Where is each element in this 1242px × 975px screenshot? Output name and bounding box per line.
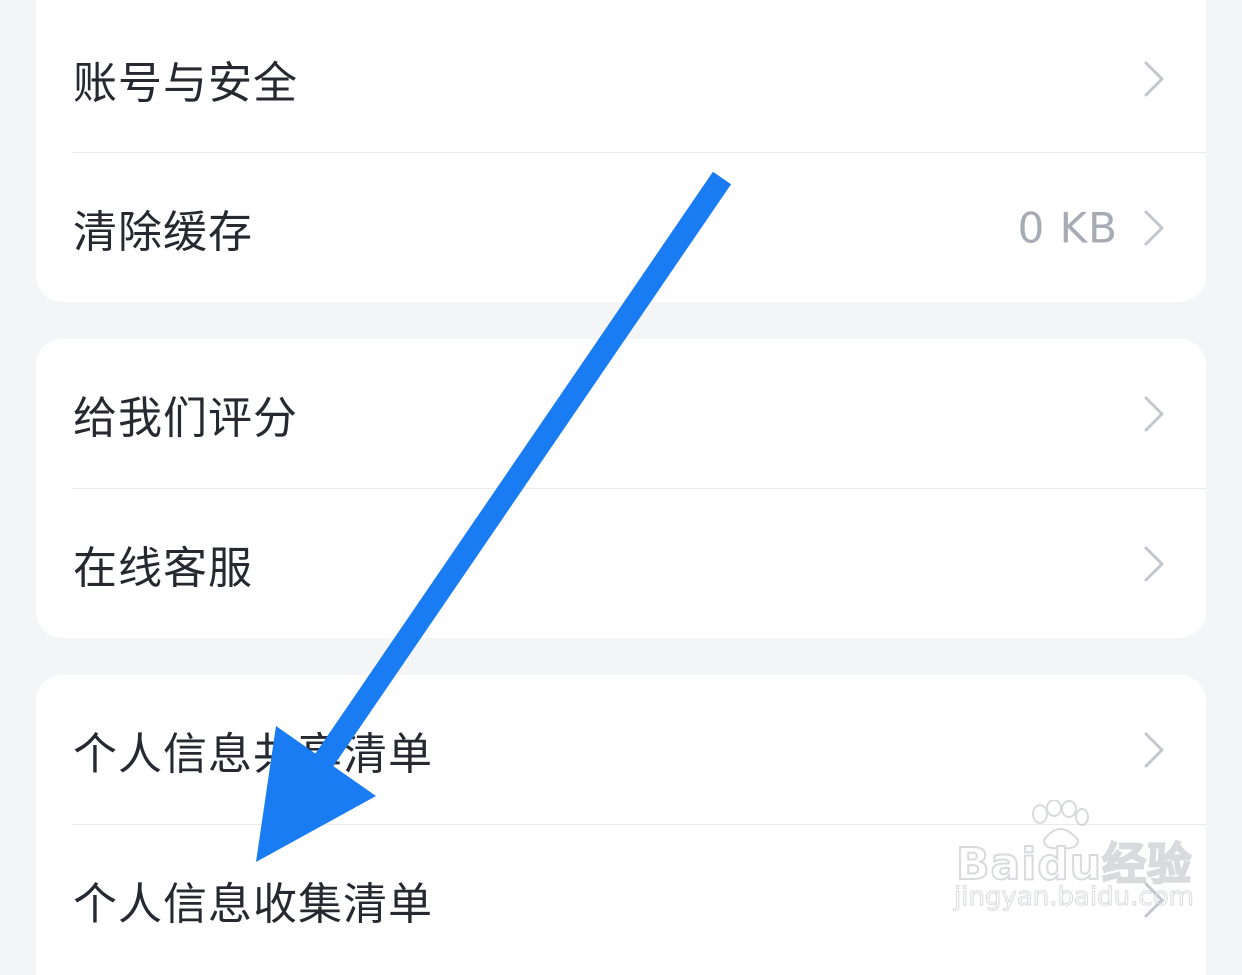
info-sharing-list-label: 个人信息共享清单 xyxy=(73,729,433,780)
rate-us-row[interactable]: 给我们评分 xyxy=(36,339,1206,489)
clear-cache-label: 清除缓存 xyxy=(73,207,253,258)
chevron-right-icon xyxy=(1144,396,1164,432)
rate-us-label: 给我们评分 xyxy=(73,393,298,444)
clear-cache-row[interactable]: 清除缓存 0 KB xyxy=(36,153,1206,302)
online-support-label: 在线客服 xyxy=(73,543,253,594)
info-collection-list-label: 个人信息收集清单 xyxy=(73,879,433,930)
chevron-right-icon xyxy=(1144,546,1164,582)
chevron-right-icon xyxy=(1144,61,1164,97)
account-security-label: 账号与安全 xyxy=(73,58,298,109)
settings-group-feedback: 给我们评分 在线客服 xyxy=(36,339,1206,638)
chevron-right-icon xyxy=(1144,732,1164,768)
chevron-right-icon xyxy=(1144,210,1164,246)
settings-group-account: 账号与安全 清除缓存 0 KB xyxy=(36,0,1206,302)
online-support-row[interactable]: 在线客服 xyxy=(36,489,1206,638)
cache-size-value: 0 KB xyxy=(1017,203,1118,253)
account-security-row[interactable]: 账号与安全 xyxy=(36,4,1206,154)
baidu-watermark: Baidu经验 jingyan.baidu.com xyxy=(950,800,1194,920)
watermark-url: jingyan.baidu.com xyxy=(954,882,1195,913)
